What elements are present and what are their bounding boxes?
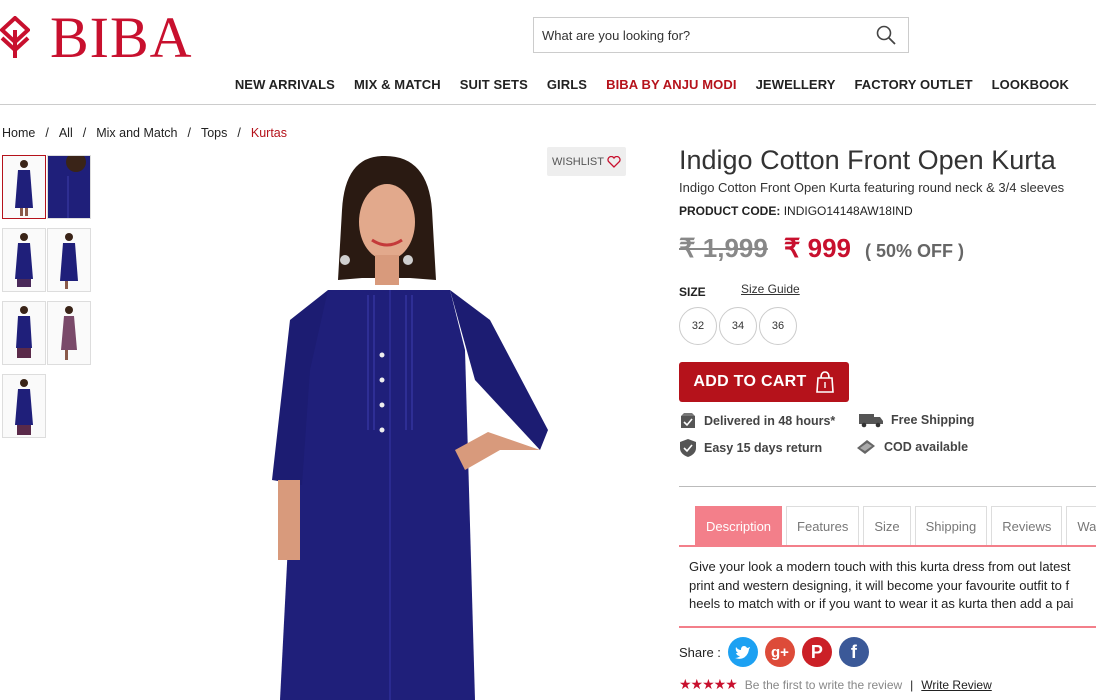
breadcrumb-all[interactable]: All [59, 126, 73, 140]
feature-cod-label: COD available [884, 440, 969, 454]
thumbnail-4[interactable] [47, 228, 91, 292]
heart-icon [607, 155, 621, 168]
thumbnail-3[interactable] [2, 228, 46, 292]
brand-name: BIBA [50, 5, 193, 70]
description-line: print and western designing, it will bec… [689, 577, 1070, 593]
breadcrumb: Home / All / Mix and Match / Tops / Kurtas [2, 126, 288, 140]
facebook-icon[interactable]: f [838, 637, 869, 667]
description-bottom-line [679, 626, 1096, 628]
sale-price: ₹ 999 [783, 233, 851, 263]
review-prompt: Be the first to write the review [744, 677, 903, 692]
breadcrumb-kurtas[interactable]: Kurtas [251, 126, 287, 140]
wishlist-button[interactable]: WISHLIST [547, 147, 626, 176]
pinterest-icon[interactable]: P [801, 637, 832, 667]
breadcrumb-home[interactable]: Home [2, 126, 35, 140]
nav-new-arrivals[interactable]: NEW ARRIVALS [235, 77, 335, 92]
product-code-value: INDIGO14148AW18IND [783, 204, 913, 218]
description-line: heels to match with or if you want to we… [689, 596, 1074, 611]
search-button[interactable] [864, 18, 908, 52]
product-subtitle: Indigo Cotton Front Open Kurta featuring… [679, 180, 1065, 195]
cash-icon [857, 440, 875, 454]
search-icon [876, 25, 896, 45]
tab-wa[interactable]: Wa [1066, 506, 1096, 545]
truck-icon [859, 414, 883, 428]
feature-easy-return-label: Easy 15 days return [704, 441, 823, 455]
feature-delivery-label: Delivered in 48 hours* [704, 414, 836, 428]
write-review-link[interactable]: Write Review [921, 678, 991, 692]
feature-easy-return: Easy 15 days return [679, 438, 822, 458]
thumbnail-6[interactable] [47, 301, 91, 365]
size-option-36[interactable]: 36 [759, 307, 797, 345]
description-line: Give your look a modern touch with this … [689, 559, 1071, 574]
add-to-cart-button[interactable]: ADD TO CART [679, 362, 849, 402]
product-info: Indigo Cotton Front Open Kurta Indigo Co… [679, 145, 1064, 218]
wishlist-label: WISHLIST [552, 155, 604, 168]
tab-shipping[interactable]: Shipping [914, 506, 988, 545]
product-main-image[interactable] [250, 150, 570, 700]
price-block: ₹ 1,999 ₹ 999 ( 50% OFF ) [679, 233, 964, 264]
thumbnail-1[interactable] [2, 155, 46, 219]
nav-biba-by-anju-modi[interactable]: BIBA BY ANJU MODI [606, 77, 737, 92]
share-label: Share : [679, 644, 721, 660]
nav-girls[interactable]: GIRLS [547, 77, 587, 92]
nav-lookbook[interactable]: LOOKBOOK [992, 77, 1069, 92]
feature-delivery: Delivered in 48 hours* [679, 412, 835, 430]
brand-logo[interactable]: BIBA [0, 5, 193, 70]
tab-features[interactable]: Features [786, 506, 860, 545]
delivery-box-icon [681, 413, 695, 428]
product-thumbnails [2, 155, 92, 438]
add-to-cart-label: ADD TO CART [693, 373, 807, 390]
info-divider [679, 486, 1096, 487]
feature-free-shipping-label: Free Shipping [891, 413, 975, 427]
description-text: Give your look a modern touch with this … [689, 558, 1096, 614]
thumbnail-5[interactable] [2, 301, 46, 365]
google-plus-icon[interactable]: g+ [764, 637, 795, 667]
logo-mark-icon [0, 15, 31, 60]
breadcrumb-mix-and-match[interactable]: Mix and Match [96, 126, 177, 140]
share-bar: Share : g+ P f [679, 637, 869, 667]
nav-jewellery[interactable]: JEWELLERY [756, 77, 836, 92]
tab-size[interactable]: Size [863, 506, 911, 545]
size-label: SIZE [679, 285, 706, 299]
review-summary: ★★★★★ Be the first to write the review |… [679, 676, 992, 693]
main-nav: NEW ARRIVALS MIX & MATCH SUIT SETS GIRLS… [235, 77, 1069, 92]
size-option-34[interactable]: 34 [719, 307, 757, 345]
breadcrumb-tops[interactable]: Tops [201, 126, 227, 140]
size-options: 32 34 36 [679, 307, 797, 345]
search-bar [533, 17, 909, 53]
twitter-icon[interactable] [727, 637, 758, 667]
size-guide-link[interactable]: Size Guide [741, 282, 800, 296]
nav-factory-outlet[interactable]: FACTORY OUTLET [854, 77, 972, 92]
product-tabs: Description Features Size Shipping Revie… [695, 506, 1096, 545]
search-input[interactable] [534, 18, 864, 52]
shopping-bag-icon [815, 371, 834, 393]
nav-mix-match[interactable]: MIX & MATCH [354, 77, 441, 92]
product-code-label: PRODUCT CODE: [679, 204, 781, 218]
feature-cod: COD available [855, 438, 968, 456]
review-separator: | [910, 677, 914, 692]
tab-underline [679, 545, 1096, 547]
thumbnail-7[interactable] [2, 374, 46, 438]
rating-stars-icon: ★★★★★ [679, 676, 738, 692]
product-title: Indigo Cotton Front Open Kurta [679, 145, 1056, 175]
discount-badge: ( 50% OFF ) [865, 241, 965, 261]
tab-reviews[interactable]: Reviews [991, 506, 1063, 545]
original-price: ₹ 1,999 [679, 233, 768, 263]
size-option-32[interactable]: 32 [679, 307, 717, 345]
header-divider [0, 104, 1096, 105]
tab-description[interactable]: Description [695, 506, 783, 545]
thumbnail-2[interactable] [47, 155, 91, 219]
shield-check-icon [680, 439, 696, 457]
product-code: PRODUCT CODE: INDIGO14148AW18IND [679, 204, 1064, 218]
nav-suit-sets[interactable]: SUIT SETS [460, 77, 528, 92]
feature-free-shipping: Free Shipping [858, 412, 974, 428]
